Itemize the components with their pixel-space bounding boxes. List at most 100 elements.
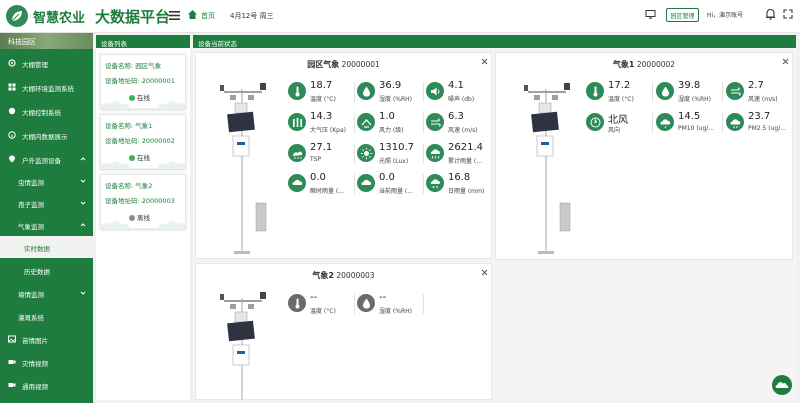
fullscreen-icon[interactable] [783,9,793,19]
metric-label: 风向 [608,127,621,134]
rain-daily-icon [426,174,444,192]
sidebar-item-control[interactable]: 大棚控制系统 [0,100,93,122]
metric-label: 湿度 (%RH) [678,96,711,103]
station-code: 20000003 [336,271,375,280]
metric-tile: 39.8 湿度 (%RH) [656,80,723,107]
home-icon[interactable] [187,9,198,20]
metric-value: -- [310,292,318,303]
wind-force-icon [357,113,375,131]
device-name: 设备名称: 气象1 [105,122,153,130]
metric-value: 1310.7 [379,142,414,153]
metric-label: 温度 (°C) [310,308,336,315]
station-card: 气象2 20000003 [195,263,492,400]
device-name: 设备名称: 气象2 [105,182,153,190]
sidebar-item-weather[interactable]: 气象监测 [0,214,93,236]
sidebar-item-label: 灾情视频 [22,360,48,368]
gear-icon [8,59,16,67]
close-icon[interactable] [481,58,488,65]
metric-value: 0.0 [310,172,326,183]
user-menu[interactable]: Hi，演示账号 [707,10,743,19]
monitor-icon[interactable] [645,9,656,20]
metric-value: 1.0 [379,111,395,122]
sidebar-item-disaster-video[interactable]: 灾情视频 [0,351,93,373]
metric-label: 噪声 (db) [448,96,475,103]
grid-icon [8,83,16,91]
park-management-button[interactable]: 园区管理 [666,8,699,22]
metric-label: TSP [310,156,322,163]
station-code: 20000002 [636,60,676,69]
device-card[interactable]: 设备名称: 园区气象 设备地址码: 20000001 在线 [100,54,186,110]
chevron-down-icon [80,291,86,295]
station-name: 气象1 [612,60,635,69]
station-name: 气象2 [312,271,334,280]
logo-leaf-icon [6,5,28,27]
device-name: 设备名称: 园区气象 [105,62,162,70]
sidebar-item-label: 历史数据 [24,268,50,276]
sidebar-item-general-video[interactable]: 通用视频 [0,374,93,396]
station-title: 气象1 20000002 [496,59,792,70]
bell-icon[interactable] [765,8,776,20]
chevron-down-icon [80,201,86,205]
device-card[interactable]: 设备名称: 气象1 设备地址码: 20000002 在线 [100,114,186,170]
device-list-panel: 设备列表 设备名称: 园区气象 设备地址码: 20000001 在线 设备名称:… [96,35,190,400]
metric-value: 27.1 [310,142,333,153]
chevron-down-icon [80,179,86,183]
sidebar-item-greenhouse[interactable]: 大棚管理 [0,52,93,74]
metric-tile: 36.9 湿度 (%RH) [357,80,424,107]
metric-value: 北风 [608,115,628,126]
metric-label: 温度 (°C) [608,96,634,103]
chevron-up-icon [80,223,86,227]
metric-divider [354,144,355,164]
sidebar-banner-label: 科技园区 [8,38,36,46]
sidebar-item-outdoor-devices[interactable]: 户外监测设备 [0,148,93,170]
metric-tile: 0.0 瞬时雨量 (... [288,172,355,199]
video-icon [8,360,16,364]
metric-label: 风速 (m/s) [448,127,478,134]
platform-title: 大数据平台 [95,8,171,26]
sidebar-item-spore[interactable]: 孢子监测 [0,192,93,214]
control-icon [8,107,16,115]
app-logo[interactable]: 智慧农业 [4,4,92,30]
device-card[interactable]: 设备名称: 气象2 设备地址码: 20000003 离线 [100,174,186,230]
metric-divider [354,294,355,314]
sidebar-item-irrigation[interactable]: 灌溉系统 [0,305,93,327]
pm10-icon [656,113,674,131]
sidebar-item-label: 大棚内数据展示 [22,133,68,141]
sidebar-item-history[interactable]: 历史数据 [0,259,93,281]
thermometer-icon [288,294,306,312]
metric-value: 4.1 [448,80,464,91]
sidebar-item-pest[interactable]: 虫情监测 [0,170,93,192]
metric-divider [423,174,424,194]
station-code: 20000001 [341,60,380,69]
sidebar-item-label: 户外监测设备 [22,157,61,165]
sidebar-item-label: 大棚控制系统 [22,109,61,117]
logo-text: 智慧农业 [33,11,86,26]
rain-total-icon [426,144,444,162]
sidebar-item-realtime[interactable]: 实时数据 [0,236,93,258]
metric-value: 17.2 [608,80,631,91]
metric-tile: 2.7 风速 (m/s) [726,80,793,107]
sidebar-item-soil[interactable]: 墒情监测 [0,282,93,304]
metric-tile: 0.0 当前雨量 (... [357,172,424,199]
thermometer-icon [288,82,306,100]
breadcrumb-home[interactable]: 首页 [201,11,215,21]
sidebar-item-label: 墒情监测 [18,291,44,299]
metric-divider [423,294,424,314]
sidebar-item-label: 苗情图片 [22,337,48,345]
close-icon[interactable] [782,58,789,65]
metric-value: 23.7 [748,111,771,122]
metric-tile: 27.1 TSP [288,142,355,169]
chat-cloud-button[interactable] [772,375,792,395]
chevron-up-icon [80,157,86,161]
metric-label: 累计雨量 (... [448,158,482,165]
sidebar-item-data-display[interactable]: 大棚内数据展示 [0,124,93,146]
sidebar-item-seedling-images[interactable]: 苗情图片 [0,328,93,350]
metric-tile: 1310.7 光照 (Lux) [357,142,424,169]
metric-divider [652,82,653,102]
metric-label: 当前雨量 (... [379,188,413,195]
menu-toggle-icon[interactable] [169,10,180,21]
close-icon[interactable] [481,269,488,276]
sidebar-item-env-monitor[interactable]: 大棚环境监测系统 [0,76,93,98]
cloud-decoration-icon [101,101,185,109]
metric-tile: 16.8 日雨量 (mm) [426,172,493,199]
